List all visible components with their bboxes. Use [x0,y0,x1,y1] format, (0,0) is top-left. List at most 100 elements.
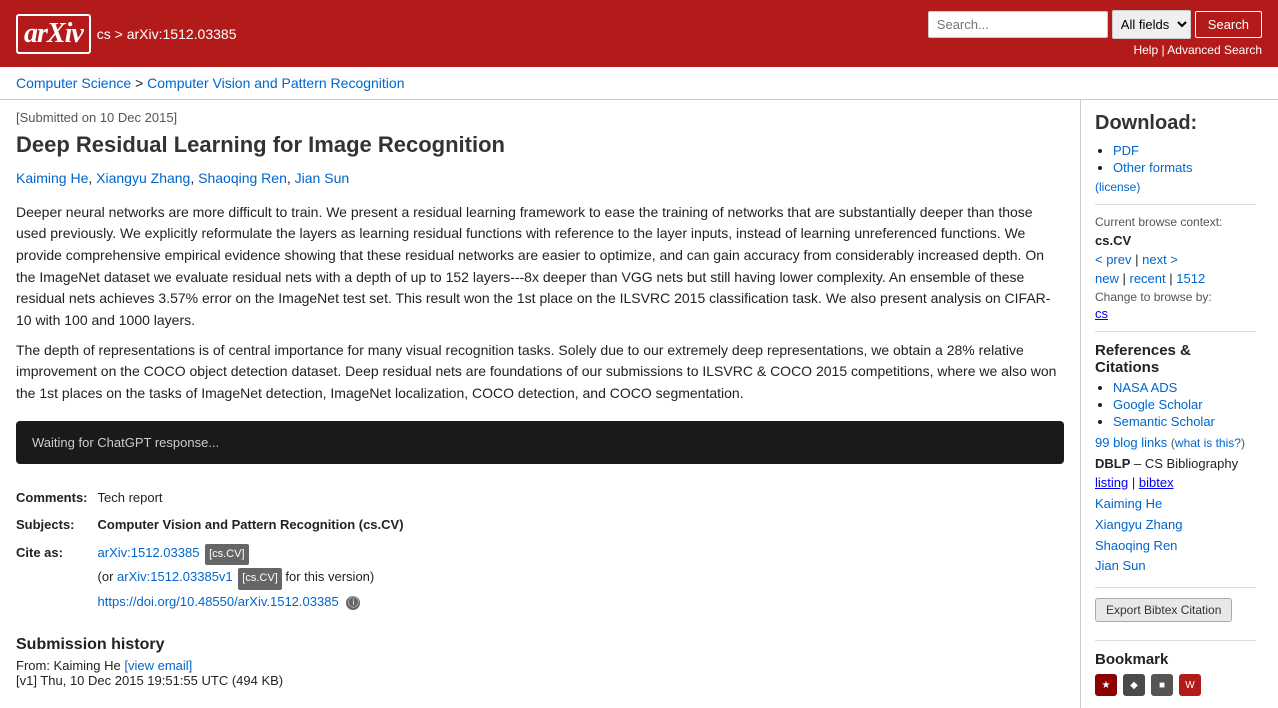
sidebar-author2-link[interactable]: Xiangyu Zhang [1095,515,1256,536]
abstract-p1: Deeper neural networks are more difficul… [16,202,1064,332]
sub-header: Computer Science > Computer Vision and P… [0,67,1278,100]
license-link[interactable]: (license) [1095,180,1140,194]
refs-list: NASA ADS Google Scholar Semantic Scholar [1095,380,1256,429]
semantic-scholar-link[interactable]: Semantic Scholar [1113,414,1215,429]
sidebar-author4-link[interactable]: Jian Sun [1095,556,1256,577]
bookmark-icon-3[interactable]: ■ [1151,674,1173,696]
new-link[interactable]: new [1095,271,1119,286]
arxiv-logo[interactable]: arXiv [16,14,91,54]
nasa-ads-item: NASA ADS [1113,380,1256,395]
next-link[interactable]: next > [1142,252,1178,267]
view-email-link[interactable]: [view email] [124,658,192,673]
header-links: Help | Advanced Search [1133,43,1262,57]
author-shaoqing-ren[interactable]: Shaoqing Ren [198,170,287,186]
sidebar-author3-link[interactable]: Shaoqing Ren [1095,536,1256,557]
divider-3 [1095,587,1256,588]
cs-breadcrumb-link[interactable]: Computer Science [16,75,131,91]
info-icon: ⓘ [346,596,360,610]
pdf-link[interactable]: PDF [1113,143,1139,158]
field-select[interactable]: All fields Title Author Abstract [1112,10,1191,39]
cite-v1-badge: [cs.CV] [238,568,281,590]
chatgpt-box: Waiting for ChatGPT response... [16,421,1064,464]
sidebar-author1-link[interactable]: Kaiming He [1095,494,1256,515]
metadata-subjects-row: Subjects: Computer Vision and Pattern Re… [16,511,404,538]
from-line: From: Kaiming He [view email] [16,658,1064,673]
browse-links-2: new | recent | 1512 [1095,271,1256,286]
metadata-cite-row: Cite as: arXiv:1512.03385 [cs.CV] (or ar… [16,539,404,616]
browse-by-link-container: cs [1095,306,1256,321]
from-label: From: Kaiming He [16,658,121,673]
divider-1 [1095,204,1256,205]
prev-link[interactable]: < prev [1095,252,1132,267]
cite-badge: [cs.CV] [205,544,248,566]
google-scholar-item: Google Scholar [1113,397,1256,412]
author-jian-sun[interactable]: Jian Sun [295,170,349,186]
bookmark-icon-1[interactable]: ★ [1095,674,1117,696]
pdf-list-item: PDF [1113,143,1256,158]
submission-date: [Submitted on 10 Dec 2015] [16,110,1064,125]
v1-date: [v1] Thu, 10 Dec 2015 19:51:55 UTC (494 … [16,673,1064,688]
sidebar: Download: PDF Other formats (license) Cu… [1080,100,1270,708]
browse-context: cs.CV [1095,233,1256,248]
chatgpt-status: Waiting for ChatGPT response... [32,435,219,450]
what-is-this-link[interactable]: what is this? [1175,436,1241,450]
cite-version-text: for this version) [285,569,374,584]
header: arXiv cs > arXiv:1512.03385 All fields T… [0,0,1278,67]
download-title: Download: [1095,112,1256,135]
dblp-listing-link[interactable]: listing [1095,475,1128,490]
cite-arxiv-link[interactable]: arXiv:1512.03385 [98,545,200,560]
doi-link[interactable]: https://doi.org/10.48550/arXiv.1512.0338… [98,594,339,609]
header-breadcrumb: cs > arXiv:1512.03385 [97,26,237,42]
submission-history-title: Submission history [16,636,1064,654]
download-list: PDF Other formats [1095,143,1256,175]
bookmark-title: Bookmark [1095,651,1256,668]
blog-links-count-link[interactable]: 99 blog links [1095,435,1167,450]
browse-links: < prev | next > [1095,252,1256,267]
dblp-links: listing | bibtex [1095,475,1256,490]
other-formats-list-item: Other formats [1113,160,1256,175]
license-link-container: (license) [1095,179,1256,194]
author-xiangyu-zhang[interactable]: Xiangyu Zhang [96,170,190,186]
search-row: All fields Title Author Abstract Search [928,10,1262,39]
divider-4 [1095,640,1256,641]
recent-link[interactable]: recent [1129,271,1165,286]
search-input[interactable] [928,11,1108,38]
year-link[interactable]: 1512 [1176,271,1205,286]
breadcrumb-separator: > [135,75,147,91]
browse-by-cs-link[interactable]: cs [1095,306,1108,321]
dblp-bibtex-link[interactable]: bibtex [1139,475,1174,490]
authors: Kaiming He, Xiangyu Zhang, Shaoqing Ren,… [16,170,1064,186]
semantic-scholar-item: Semantic Scholar [1113,414,1256,429]
submission-history: Submission history From: Kaiming He [vie… [16,636,1064,688]
cite-v1-link[interactable]: arXiv:1512.03385v1 [117,569,233,584]
search-button[interactable]: Search [1195,11,1262,38]
header-left: arXiv cs > arXiv:1512.03385 [16,14,237,54]
browse-by: Change to browse by: [1095,290,1256,304]
help-link[interactable]: Help [1133,43,1158,57]
cite-label: Cite as: [16,539,98,616]
advanced-search-link[interactable]: Advanced Search [1167,43,1262,57]
refs-title: References & Citations [1095,342,1256,376]
subjects-value: Computer Vision and Pattern Recognition … [98,511,404,538]
cite-value: arXiv:1512.03385 [cs.CV] (or arXiv:1512.… [98,539,404,616]
divider-2 [1095,331,1256,332]
bookmark-icon-2[interactable]: ◆ [1123,674,1145,696]
what-is-this: (what is this?) [1171,436,1245,450]
abstract-p2: The depth of representations is of centr… [16,340,1064,405]
cv-breadcrumb-link[interactable]: Computer Vision and Pattern Recognition [147,75,404,91]
bookmark-icon-4[interactable]: W [1179,674,1201,696]
subjects-label: Subjects: [16,511,98,538]
export-bibtex-button[interactable]: Export Bibtex Citation [1095,598,1232,622]
paper-title: Deep Residual Learning for Image Recogni… [16,131,1064,160]
nasa-ads-link[interactable]: NASA ADS [1113,380,1177,395]
dblp-line: DBLP – CS Bibliography [1095,456,1256,471]
content: [Submitted on 10 Dec 2015] Deep Residual… [0,100,1080,708]
metadata-comments-row: Comments: Tech report [16,484,404,511]
google-scholar-link[interactable]: Google Scholar [1113,397,1203,412]
bookmark-icons: ★ ◆ ■ W [1095,674,1256,696]
header-right: All fields Title Author Abstract Search … [928,10,1262,57]
author-links: Kaiming He Xiangyu Zhang Shaoqing Ren Ji… [1095,494,1256,577]
comments-value: Tech report [98,484,404,511]
author-kaiming-he[interactable]: Kaiming He [16,170,88,186]
other-formats-link[interactable]: Other formats [1113,160,1192,175]
